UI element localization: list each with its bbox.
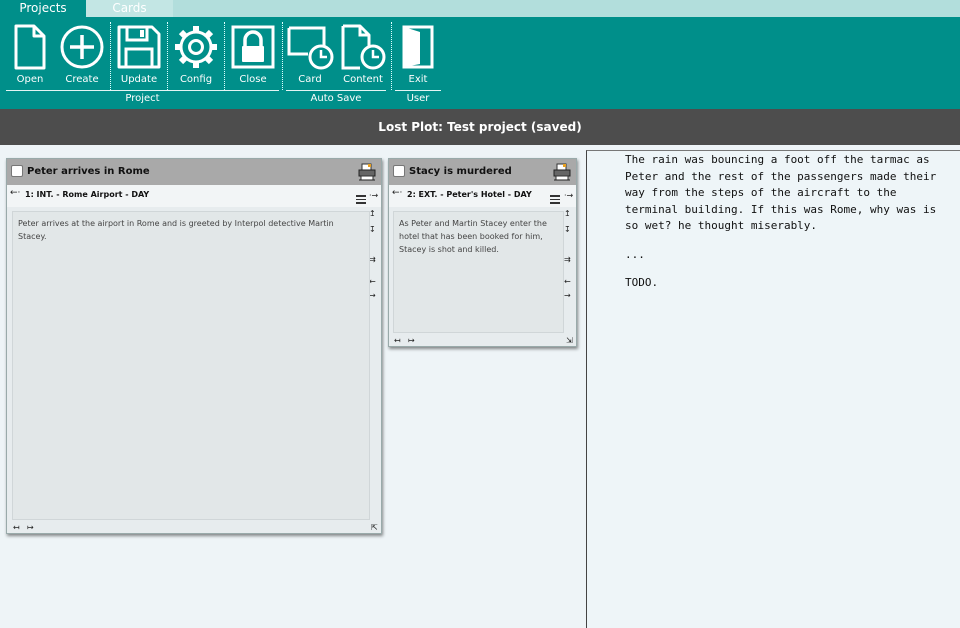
move-down-control[interactable]: ↧ <box>564 225 571 234</box>
card-synopsis[interactable]: Peter arrives at the airport in Rome and… <box>12 211 370 520</box>
group-label-project: Project <box>125 93 160 104</box>
config-button[interactable]: Config <box>171 24 221 86</box>
open-button[interactable]: Open <box>6 24 54 86</box>
card-header: Stacy is murdered <box>389 159 576 185</box>
shrink-control[interactable]: ← <box>369 277 376 286</box>
resize-handle[interactable]: ⇱ <box>371 523 378 532</box>
move-down-control[interactable]: ↧ <box>369 225 376 234</box>
project-title-bar: Lost Plot: Test project (saved) <box>0 109 960 145</box>
exit-button[interactable]: Exit <box>395 24 441 86</box>
narrow-control[interactable]: ↤ <box>13 523 20 532</box>
close-button-label: Close <box>239 74 267 85</box>
story-card[interactable]: Stacy is murdered ←· 2: EXT. - Peter's H… <box>388 158 577 347</box>
separator <box>282 22 283 90</box>
story-card[interactable]: Peter arrives in Rome ←· 1: INT. - Rome … <box>6 158 382 534</box>
autosave-content-button[interactable]: Content <box>340 24 386 86</box>
grow-control[interactable]: → <box>369 291 376 300</box>
card-clock-icon <box>287 26 334 70</box>
move-left-control[interactable]: ←· <box>392 188 402 198</box>
group-label-user: User <box>406 93 430 104</box>
autosave-card-label: Card <box>298 74 322 85</box>
card-select-checkbox[interactable] <box>393 165 405 177</box>
tab-cards[interactable]: Cards <box>86 0 173 17</box>
update-button-label: Update <box>120 74 158 85</box>
menu-icon[interactable] <box>356 195 366 206</box>
document-clock-icon <box>341 24 386 70</box>
printer-icon[interactable] <box>553 163 571 181</box>
resize-handle[interactable]: ⇲ <box>566 336 573 345</box>
menu-icon[interactable] <box>550 195 560 206</box>
content-editor[interactable]: The rain was bouncing a foot off the tar… <box>586 150 960 628</box>
update-button[interactable]: Update <box>114 24 164 86</box>
separator <box>224 22 225 90</box>
autosave-content-label: Content <box>343 74 383 85</box>
split-control[interactable]: ⇉ <box>369 255 376 264</box>
door-icon <box>402 25 434 69</box>
config-button-label: Config <box>179 74 213 85</box>
open-button-label: Open <box>16 74 44 85</box>
scene-heading: 2: EXT. - Peter's Hotel - DAY <box>407 190 532 199</box>
tab-projects[interactable]: Projects <box>0 0 86 17</box>
move-right-control[interactable]: ·→ <box>369 191 378 200</box>
content-paragraph: ... <box>625 248 645 261</box>
card-synopsis[interactable]: As Peter and Martin Stacey enter the hot… <box>393 211 564 333</box>
group-line-user <box>395 90 441 91</box>
split-control[interactable]: ⇉ <box>564 255 571 264</box>
gear-icon <box>175 26 217 68</box>
group-line-autosave <box>286 90 386 91</box>
widen-control[interactable]: ↦ <box>27 523 34 532</box>
floppy-disk-icon <box>117 25 161 69</box>
content-paragraph: The rain was bouncing a foot off the tar… <box>625 153 943 232</box>
lock-icon <box>231 25 275 69</box>
plus-circle-icon <box>60 25 104 69</box>
create-button-label: Create <box>65 74 99 85</box>
autosave-card-button[interactable]: Card <box>286 24 334 86</box>
shrink-control[interactable]: ← <box>564 277 571 286</box>
separator <box>391 22 392 90</box>
scene-heading-bar: ←· 1: INT. - Rome Airport - DAY <box>7 185 381 207</box>
widen-control[interactable]: ↦ <box>408 336 415 345</box>
narrow-control[interactable]: ↤ <box>394 336 401 345</box>
move-up-control[interactable]: ↥ <box>564 209 571 218</box>
card-title: Stacy is murdered <box>409 166 512 177</box>
move-left-control[interactable]: ←· <box>10 188 20 198</box>
separator <box>110 22 111 90</box>
close-button[interactable]: Close <box>228 24 278 86</box>
move-right-control[interactable]: ·→ <box>564 191 573 200</box>
group-label-autosave: Auto Save <box>310 93 362 104</box>
scene-heading-bar: ←· 2: EXT. - Peter's Hotel - DAY <box>389 185 576 207</box>
exit-button-label: Exit <box>408 74 428 85</box>
content-paragraph: TODO. <box>625 276 659 289</box>
scene-heading: 1: INT. - Rome Airport - DAY <box>25 190 150 199</box>
printer-icon[interactable] <box>358 163 376 181</box>
group-line-project <box>6 90 279 91</box>
card-select-checkbox[interactable] <box>11 165 23 177</box>
card-header: Peter arrives in Rome <box>7 159 381 185</box>
ribbon-toolbar: Open Create Update Config Close Card Con… <box>0 17 960 109</box>
move-up-control[interactable]: ↥ <box>369 209 376 218</box>
separator <box>167 22 168 90</box>
tab-bar: Projects Cards <box>0 0 960 17</box>
grow-control[interactable]: → <box>564 291 571 300</box>
card-title: Peter arrives in Rome <box>27 166 150 177</box>
document-icon <box>14 24 46 70</box>
create-button[interactable]: Create <box>57 24 107 86</box>
